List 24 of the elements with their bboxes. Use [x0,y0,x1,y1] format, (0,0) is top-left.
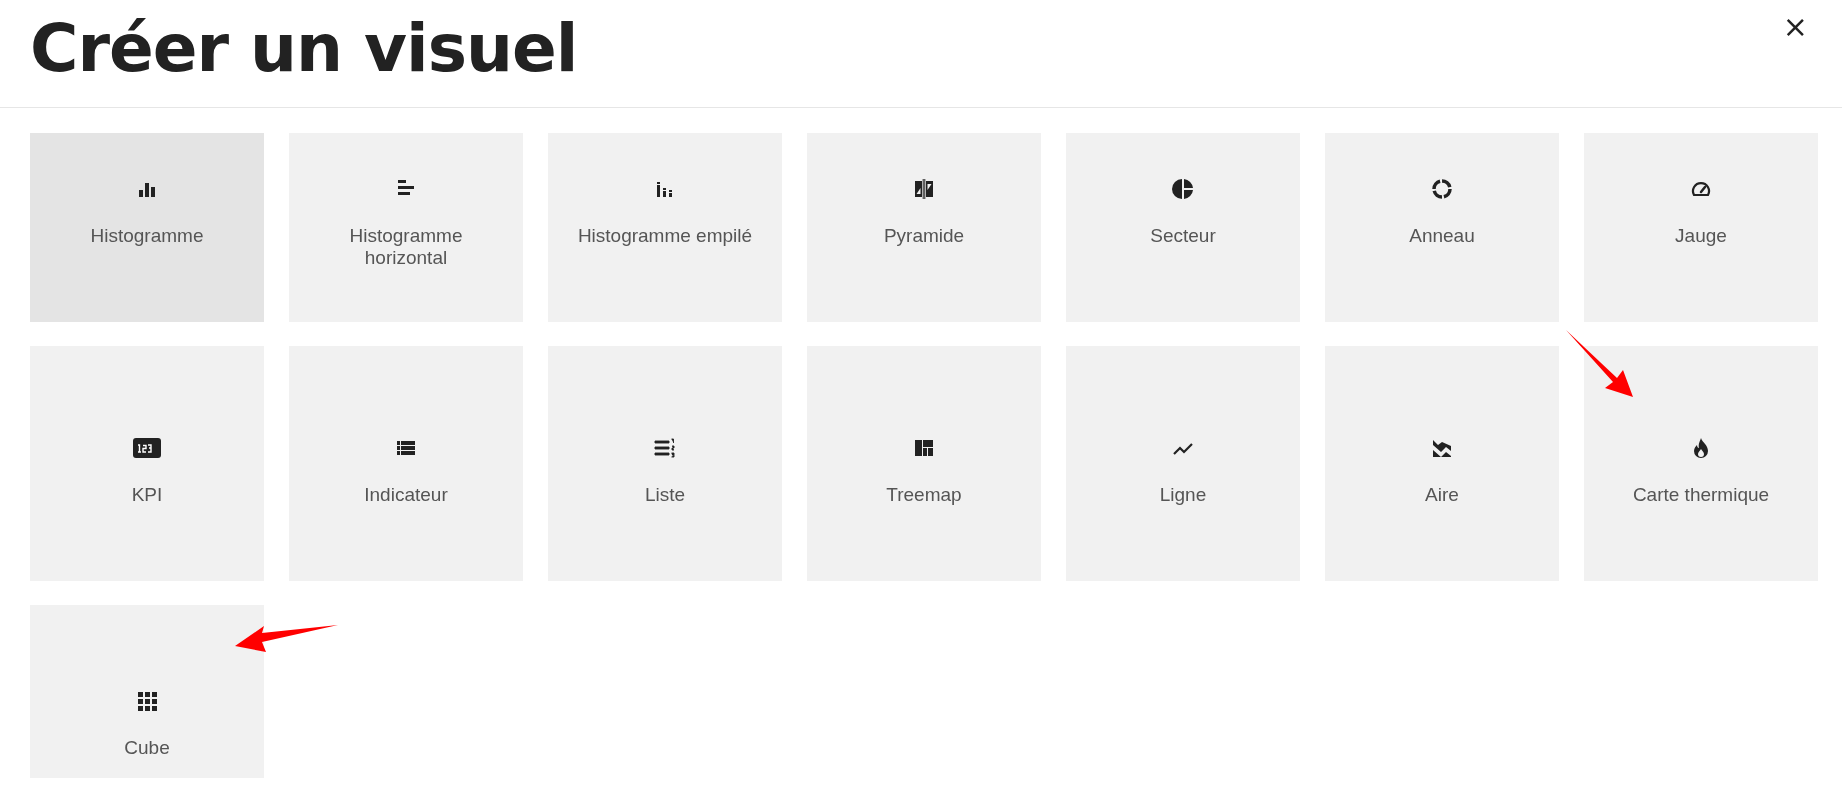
chart-type-tile[interactable]: Pyramide [807,133,1041,322]
pie-chart-icon [1171,177,1195,201]
dialog-title: Créer un visuel [30,9,578,89]
chart-type-tile[interactable]: Ligne [1066,346,1300,581]
chart-type-tile[interactable]: Carte thermique [1584,346,1818,581]
chart-type-tile[interactable]: Cube [30,605,264,778]
number-badge-icon [132,436,162,460]
annotation-arrow [1566,330,1633,397]
chart-type-tile[interactable]: Indicateur [289,346,523,581]
numbered-list-icon [653,436,677,460]
grid-icon [135,689,159,713]
donut-icon [1430,177,1454,201]
chart-type-tile[interactable]: Histogramme [30,133,264,322]
chart-type-tile[interactable]: Jauge [1584,133,1818,322]
pyramid-icon [912,177,936,201]
chart-type-tile[interactable]: Histogramme empilé [548,133,782,322]
close-button[interactable]: × [1778,14,1812,40]
chart-type-tile[interactable]: KPI [30,346,264,581]
chart-type-tile[interactable]: Aire [1325,346,1559,581]
chart-type-tile[interactable]: Secteur [1066,133,1300,322]
chart-type-tile[interactable]: Anneau [1325,133,1559,322]
chart-type-tile[interactable]: Histogramme horizontal [289,133,523,322]
chart-type-tile[interactable]: Treemap [807,346,1041,581]
chart-type-tile[interactable]: Liste [548,346,782,581]
